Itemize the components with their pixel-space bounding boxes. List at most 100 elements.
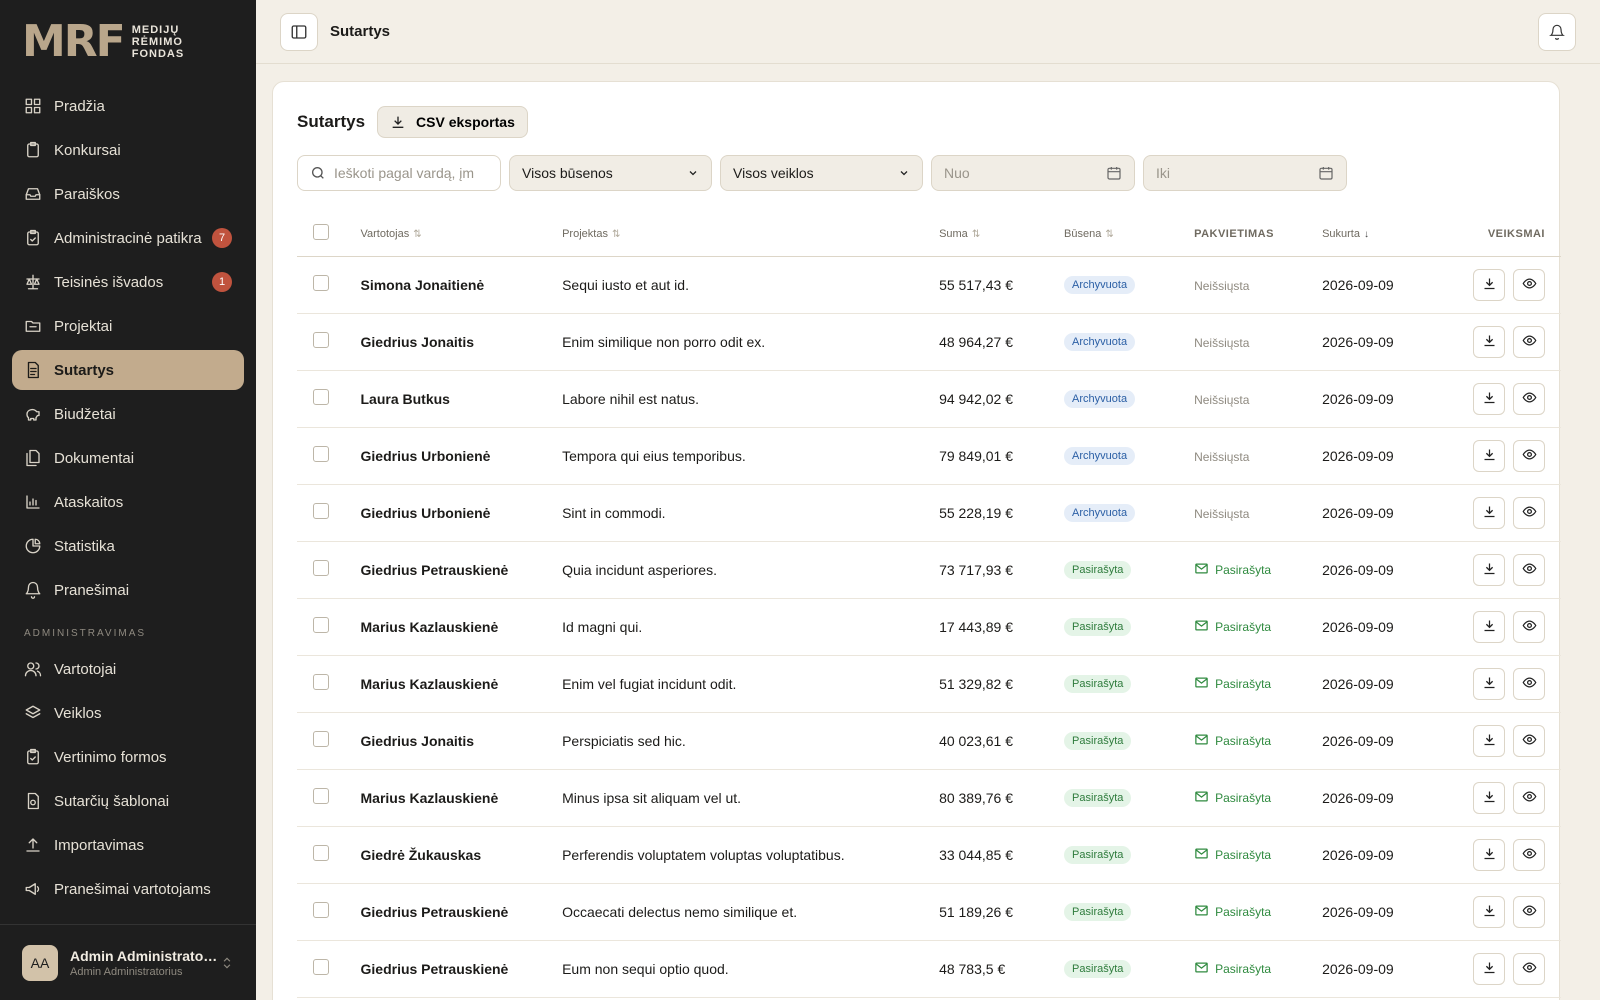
row-checkbox[interactable] <box>313 731 329 747</box>
table-row[interactable]: Simona Jonaitienė Sequi iusto et aut id. 5… <box>297 256 1561 314</box>
sidebar-item-sutarčių-šablonai[interactable]: Sutarčių šablonai <box>12 781 244 821</box>
pie-chart-icon <box>24 537 42 555</box>
row-select-cell <box>297 370 361 428</box>
row-checkbox[interactable] <box>313 332 329 348</box>
download-button[interactable] <box>1473 610 1505 643</box>
download-button[interactable] <box>1473 382 1505 415</box>
search-input[interactable]: Ieškoti pagal vardą, įm <box>297 155 501 191</box>
sort-icon: ⇅ <box>413 228 422 240</box>
view-button[interactable] <box>1513 610 1545 643</box>
download-button[interactable] <box>1473 325 1505 358</box>
mail-icon <box>1194 903 1209 921</box>
table-row[interactable]: Giedrė Žukauskas Perferendis voluptatem v… <box>297 826 1561 884</box>
view-button[interactable] <box>1513 724 1545 757</box>
download-button[interactable] <box>1473 496 1505 529</box>
col-created[interactable]: Sukurta ↓ <box>1322 212 1452 257</box>
activity-select[interactable]: Visos veiklos <box>720 155 923 191</box>
table-row[interactable]: Marius Kazlauskienė Enim vel fugiat incid… <box>297 655 1561 713</box>
date-from-input[interactable]: Nuo <box>931 155 1135 191</box>
sidebar-item-vertinimo-formos[interactable]: Vertinimo formos <box>12 737 244 777</box>
download-button[interactable] <box>1473 268 1505 301</box>
date-from-placeholder: Nuo <box>944 165 970 181</box>
view-button[interactable] <box>1513 382 1545 415</box>
download-button[interactable] <box>1473 724 1505 757</box>
sidebar-item-sutartys[interactable]: Sutartys <box>12 350 244 390</box>
sidebar-toggle-button[interactable] <box>280 12 318 51</box>
col-amount[interactable]: Suma ⇅ <box>939 212 1065 257</box>
view-button[interactable] <box>1513 553 1545 586</box>
table-row[interactable]: Giedrius Petrauskienė Eum non sequi optio… <box>297 940 1561 998</box>
csv-export-button[interactable]: CSV eksportas <box>377 106 528 138</box>
row-checkbox[interactable] <box>313 959 329 975</box>
download-button[interactable] <box>1473 553 1505 586</box>
sidebar-item-ataskaitos[interactable]: Ataskaitos <box>12 482 244 522</box>
row-checkbox[interactable] <box>313 902 329 918</box>
cell-status: Archyvuota <box>1064 256 1195 314</box>
status-badge: Pasirašyta <box>1064 903 1132 921</box>
date-to-input[interactable]: Iki <box>1143 155 1347 191</box>
download-button[interactable] <box>1473 781 1505 814</box>
sidebar-item-pradžia[interactable]: Pradžia <box>12 86 244 126</box>
sidebar-item-pranešimai[interactable]: Pranešimai <box>12 570 244 610</box>
table-row[interactable]: Giedrius Jonaitis Enim similique non porr… <box>297 313 1561 371</box>
bell-icon <box>1549 24 1565 40</box>
view-button[interactable] <box>1513 895 1545 928</box>
table-row[interactable]: Giedrius Petrauskienė Occaecati delectus … <box>297 883 1561 941</box>
view-button[interactable] <box>1513 952 1545 985</box>
view-button[interactable] <box>1513 439 1545 472</box>
sidebar-item-veiklos[interactable]: Veiklos <box>12 693 244 733</box>
sidebar-item-biudžetai[interactable]: Biudžetai <box>12 394 244 434</box>
download-button[interactable] <box>1473 895 1505 928</box>
table-row[interactable]: Giedrius Petrauskienė Quia incidunt asper… <box>297 541 1561 599</box>
download-button[interactable] <box>1473 439 1505 472</box>
col-project[interactable]: Projektas ⇅ <box>562 212 940 257</box>
row-select-cell <box>297 883 361 941</box>
row-checkbox[interactable] <box>313 788 329 804</box>
view-button[interactable] <box>1513 667 1545 700</box>
sidebar-item-dokumentai[interactable]: Dokumentai <box>12 438 244 478</box>
row-checkbox[interactable] <box>313 389 329 405</box>
notifications-button[interactable] <box>1538 13 1576 51</box>
view-button[interactable] <box>1513 781 1545 814</box>
cell-actions <box>1451 655 1561 713</box>
cell-status: Pasirašyta <box>1064 769 1195 827</box>
sidebar-item-importavimas[interactable]: Importavimas <box>12 825 244 865</box>
row-checkbox[interactable] <box>313 446 329 462</box>
view-button[interactable] <box>1513 325 1545 358</box>
status-select[interactable]: Visos būsenos <box>509 155 712 191</box>
sidebar-item-konkursai[interactable]: Konkursai <box>12 130 244 170</box>
view-button[interactable] <box>1513 496 1545 529</box>
sidebar-item-vartotojai[interactable]: Vartotojai <box>12 649 244 689</box>
invite-status: Neišsiųsta <box>1194 449 1250 464</box>
table-row[interactable]: Marius Kazlauskienė Minus ipsa sit aliqua… <box>297 769 1561 827</box>
sidebar-item-paraiškos[interactable]: Paraiškos <box>12 174 244 214</box>
sidebar-item-pranešimai-vartotojams[interactable]: Pranešimai vartotojams <box>12 869 244 909</box>
row-checkbox[interactable] <box>313 617 329 633</box>
table-row[interactable]: Giedrius Urbonienė Tempora qui eius tempo… <box>297 427 1561 485</box>
sidebar-item-statistika[interactable]: Statistika <box>12 526 244 566</box>
select-all-checkbox[interactable] <box>313 224 329 241</box>
download-button[interactable] <box>1473 667 1505 700</box>
row-checkbox[interactable] <box>313 674 329 690</box>
row-checkbox[interactable] <box>313 845 329 861</box>
table-row[interactable]: Giedrius Urbonienė Sint in commodi. 55 228… <box>297 484 1561 542</box>
sidebar-item-teisinės-išvados[interactable]: Teisinės išvados 1 <box>12 262 244 302</box>
col-status[interactable]: Būsena ⇅ <box>1064 212 1195 257</box>
logo[interactable]: MRF MEDIJŲ RĖMIMO FONDAS <box>22 20 184 64</box>
table-row[interactable]: Giedrius Jonaitis Perspiciatis sed hic. 40… <box>297 712 1561 770</box>
row-checkbox[interactable] <box>313 560 329 576</box>
view-button[interactable] <box>1513 268 1545 301</box>
col-user[interactable]: Vartotojas ⇅ <box>360 212 563 257</box>
sidebar-item-administracinė-patikra[interactable]: Administracinė patikra 7 <box>12 218 244 258</box>
download-button[interactable] <box>1473 838 1505 871</box>
sidebar-item-projektai[interactable]: Projektai <box>12 306 244 346</box>
user-menu[interactable]: AA Admin Administratorius Admin Administ… <box>0 924 256 1000</box>
row-checkbox[interactable] <box>313 275 329 291</box>
table-row[interactable]: Marius Kazlauskienė Id magni qui. 17 443,8… <box>297 598 1561 656</box>
cell-invite: Neišsiųsta <box>1194 313 1323 371</box>
row-checkbox[interactable] <box>313 503 329 519</box>
table-row[interactable]: Laura Butkus Labore nihil est natus. 94 94… <box>297 370 1561 428</box>
view-button[interactable] <box>1513 838 1545 871</box>
download-button[interactable] <box>1473 952 1505 985</box>
status-badge: Archyvuota <box>1064 390 1136 408</box>
